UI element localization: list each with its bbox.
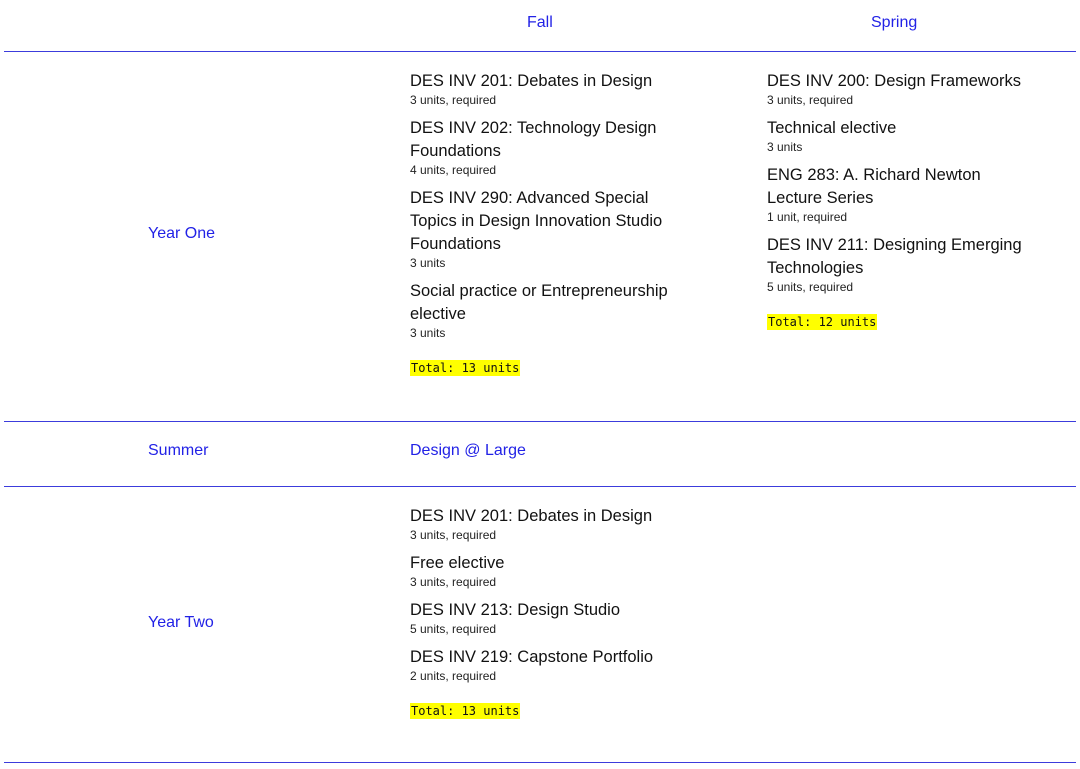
course-units: 3 units xyxy=(767,140,803,154)
course-title: DES INV 202: Technology Design Foundatio… xyxy=(410,119,657,160)
course-item: DES INV 202: Technology Design Foundatio… xyxy=(410,117,680,177)
course-item: DES INV 201: Debates in Design 3 units, … xyxy=(410,505,680,542)
course-units: 4 units, required xyxy=(410,163,497,177)
row-label-year-two: Year Two xyxy=(148,614,214,631)
row-label-year-one: Year One xyxy=(148,225,216,242)
course-item: DES INV 200: Design Frameworks 3 units, … xyxy=(767,70,1037,107)
divider xyxy=(4,486,1076,487)
course-item: DES INV 211: Designing Emerging Technolo… xyxy=(767,234,1037,294)
course-item: ENG 283: A. Richard Newton Lecture Serie… xyxy=(767,164,1037,224)
course-units: 5 units, required xyxy=(767,280,854,294)
course-item: DES INV 219: Capstone Portfolio 2 units,… xyxy=(410,646,680,683)
design-at-large-link[interactable]: Design @ Large xyxy=(410,442,526,460)
course-units: 5 units, required xyxy=(410,622,497,636)
course-title: Technical elective xyxy=(767,119,897,137)
course-item: DES INV 213: Design Studio 5 units, requ… xyxy=(410,599,680,636)
course-units: 3 units, required xyxy=(410,575,497,589)
course-title: DES INV 201: Debates in Design xyxy=(410,507,653,525)
total-units-badge: Total: 13 units xyxy=(410,703,521,719)
course-units: 3 units xyxy=(410,256,446,270)
course-title: DES INV 200: Design Frameworks xyxy=(767,72,1022,90)
course-item: Social practice or Entrepreneurship elec… xyxy=(410,280,680,340)
course-item: Technical elective 3 units xyxy=(767,117,1037,154)
course-title: DES INV 290: Advanced Special Topics in … xyxy=(410,189,663,253)
course-item: DES INV 201: Debates in Design 3 units, … xyxy=(410,70,680,107)
course-title: Social practice or Entrepreneurship elec… xyxy=(410,282,668,323)
course-units: 3 units, required xyxy=(410,93,497,107)
course-title: ENG 283: A. Richard Newton Lecture Serie… xyxy=(767,166,981,207)
year-two-fall-courses: DES INV 201: Debates in Design 3 units, … xyxy=(410,505,680,720)
course-units: 2 units, required xyxy=(410,669,497,683)
course-units: 3 units xyxy=(410,326,446,340)
course-units: 1 unit, required xyxy=(767,210,848,224)
total-units-badge: Total: 12 units xyxy=(767,314,878,330)
course-title: DES INV 201: Debates in Design xyxy=(410,72,653,90)
course-title: DES INV 219: Capstone Portfolio xyxy=(410,648,654,666)
course-title: DES INV 213: Design Studio xyxy=(410,601,621,619)
divider xyxy=(4,762,1076,763)
total-units-badge: Total: 13 units xyxy=(410,360,521,376)
course-title: Free elective xyxy=(410,554,505,572)
column-header-spring: Spring xyxy=(871,14,918,31)
course-title: DES INV 211: Designing Emerging Technolo… xyxy=(767,236,1022,277)
year-one-spring-courses: DES INV 200: Design Frameworks 3 units, … xyxy=(767,70,1037,331)
course-item: DES INV 290: Advanced Special Topics in … xyxy=(410,187,680,270)
row-label-summer: Summer xyxy=(148,442,209,459)
course-units: 3 units, required xyxy=(410,528,497,542)
year-one-fall-courses: DES INV 201: Debates in Design 3 units, … xyxy=(410,70,680,377)
course-units: 3 units, required xyxy=(767,93,854,107)
course-item: Free elective 3 units, required xyxy=(410,552,680,589)
column-header-fall: Fall xyxy=(527,14,553,31)
divider xyxy=(4,421,1076,422)
divider xyxy=(4,51,1076,52)
